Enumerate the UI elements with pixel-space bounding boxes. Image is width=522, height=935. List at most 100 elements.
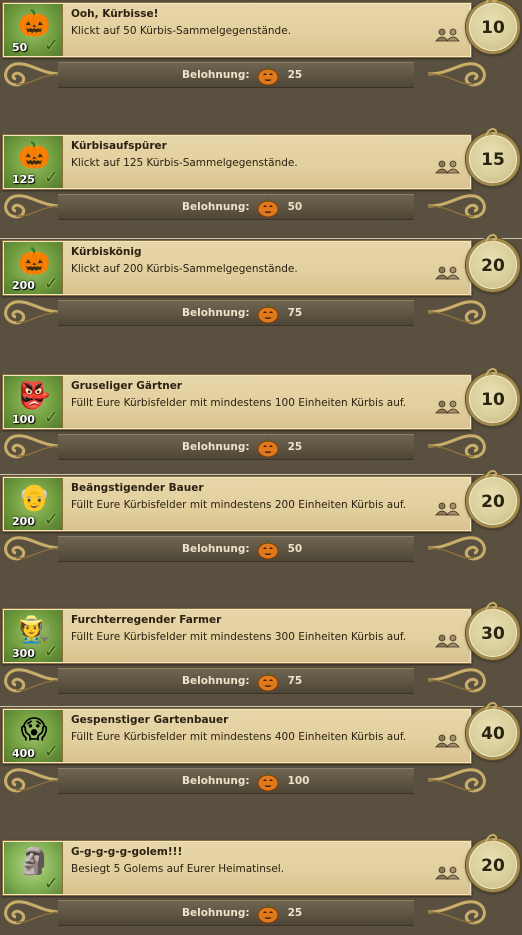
achievement-title: Beängstigender Bauer [71,482,204,494]
reward-label: Belohnung: [182,907,250,919]
row-divider [0,474,522,475]
achievement-icon: 👴 200 ✓ [4,478,63,530]
reward-amount: 75 [287,307,303,319]
friends-icon[interactable] [435,502,461,516]
achievement-points: 10 [481,390,505,410]
achievement-card[interactable]: 🎃 125 ✓ Kürbisaufspürer Klickt auf 125 K… [2,134,472,190]
achievement-list: Belohnung: 25 🎃 50 ✓ Ooh, Kürbisse! Klic… [0,0,522,935]
achievement-item: Belohnung: 25 👺 100 ✓ Gruseliger Gärtner… [0,367,522,472]
reward-label: Belohnung: [182,441,250,453]
reward-amount: 50 [287,543,303,555]
achievement-card[interactable]: 😱 400 ✓ Gespenstiger Gartenbauer Füllt E… [2,708,472,764]
achievement-description: Füllt Eure Kürbisfelder mit mindestens 2… [71,499,407,511]
points-medallion: 40 [466,701,520,760]
medallion-curl-icon [485,233,498,243]
reward-bar: Belohnung: 75 [58,300,414,326]
reward-amount: 50 [287,201,303,213]
friends-icon[interactable] [435,866,461,880]
jack-o-lantern-icon [257,904,279,924]
jack-o-lantern-icon [257,198,279,218]
checkmark-icon: ✓ [43,35,59,56]
points-medallion: 20 [466,233,520,292]
reward-amount: 25 [287,69,303,81]
reward-bar: Belohnung: 50 [58,194,414,220]
points-medallion: 10 [466,367,520,426]
achievement-icon: 👺 100 ✓ [4,376,63,428]
achievement-card[interactable]: 🗿 ✓ G-g-g-g-g-golem!!! Besiegt 5 Golems … [2,840,472,896]
achievement-icon: 🧑‍🌾 300 ✓ [4,610,63,662]
reward-label: Belohnung: [182,675,250,687]
achievement-title: Gruseliger Gärtner [71,380,182,392]
achievement-card[interactable]: 🧑‍🌾 300 ✓ Furchterregender Farmer Füllt … [2,608,472,664]
achievement-count: 100 [12,413,35,426]
achievement-description: Füllt Eure Kürbisfelder mit mindestens 4… [71,731,407,743]
achievement-title: Kürbiskönig [71,246,142,258]
achievement-points: 10 [481,18,505,38]
medallion-curl-icon [485,127,498,137]
achievement-points: 20 [481,856,505,876]
achievement-description: Füllt Eure Kürbisfelder mit mindestens 3… [71,631,407,643]
achievement-card[interactable]: 👴 200 ✓ Beängstigender Bauer Füllt Eure … [2,476,472,532]
achievement-count: 400 [12,747,35,760]
achievement-title: Kürbisaufspürer [71,140,167,152]
medallion-curl-icon [485,701,498,711]
scroll-ornament-right-icon [427,300,486,325]
achievement-item: Belohnung: 100 😱 400 ✓ Gespenstiger Gart… [0,701,522,806]
achievement-icon: 🎃 125 ✓ [4,136,63,188]
jack-o-lantern-icon [257,540,279,560]
achievement-card[interactable]: 🎃 200 ✓ Kürbiskönig Klickt auf 200 Kürbi… [2,240,472,296]
reward-label: Belohnung: [182,307,250,319]
reward-bar: Belohnung: 75 [58,668,414,694]
reward-bar: Belohnung: 25 [58,900,414,926]
reward-label: Belohnung: [182,775,250,787]
friends-icon[interactable] [435,734,461,748]
achievement-description: Klickt auf 50 Kürbis-Sammelgegenstände. [71,25,292,37]
scroll-ornament-right-icon [427,194,486,219]
reward-amount: 25 [287,907,303,919]
points-medallion: 20 [466,833,520,892]
scroll-ornament-right-icon [427,668,486,693]
reward-amount: 75 [287,675,303,687]
achievement-points: 20 [481,256,505,276]
achievement-title: Gespenstiger Gartenbauer [71,714,229,726]
jack-o-lantern-icon [257,66,279,86]
checkmark-icon: ✓ [43,641,59,662]
achievement-icon: 🗿 ✓ [4,842,63,894]
friends-icon[interactable] [435,634,461,648]
reward-label: Belohnung: [182,69,250,81]
jack-o-lantern-icon [257,772,279,792]
achievement-card[interactable]: 🎃 50 ✓ Ooh, Kürbisse! Klickt auf 50 Kürb… [2,2,472,58]
checkmark-icon: ✓ [43,509,59,530]
achievement-description: Klickt auf 200 Kürbis-Sammelgegenstände. [71,263,298,275]
points-medallion: 20 [466,469,520,528]
friends-icon[interactable] [435,266,461,280]
achievement-item: Belohnung: 75 🎃 200 ✓ Kürbiskönig Klickt… [0,233,522,338]
scroll-ornament-right-icon [427,900,486,925]
achievement-count: 125 [12,173,35,186]
jack-o-lantern-icon [257,438,279,458]
achievement-title: Furchterregender Farmer [71,614,222,626]
medallion-curl-icon [485,601,498,611]
achievement-points: 20 [481,492,505,512]
reward-bar: Belohnung: 25 [58,62,414,88]
reward-bar: Belohnung: 50 [58,536,414,562]
row-divider [0,706,522,707]
scroll-ornament-right-icon [427,536,486,561]
achievement-count: 200 [12,515,35,528]
medallion-curl-icon [485,833,498,843]
friends-icon[interactable] [435,28,461,42]
friends-icon[interactable] [435,400,461,414]
achievement-points: 30 [481,624,505,644]
friends-icon[interactable] [435,160,461,174]
achievement-description: Klickt auf 125 Kürbis-Sammelgegenstände. [71,157,298,169]
reward-amount: 25 [287,441,303,453]
checkmark-icon: ✓ [43,741,59,762]
reward-label: Belohnung: [182,201,250,213]
scroll-ornament-right-icon [427,768,486,793]
achievement-count: 200 [12,279,35,292]
medallion-curl-icon [485,367,498,377]
achievement-title: Ooh, Kürbisse! [71,8,159,20]
achievement-card[interactable]: 👺 100 ✓ Gruseliger Gärtner Füllt Eure Kü… [2,374,472,430]
achievement-count: 300 [12,647,35,660]
achievement-description: Füllt Eure Kürbisfelder mit mindestens 1… [71,397,407,409]
